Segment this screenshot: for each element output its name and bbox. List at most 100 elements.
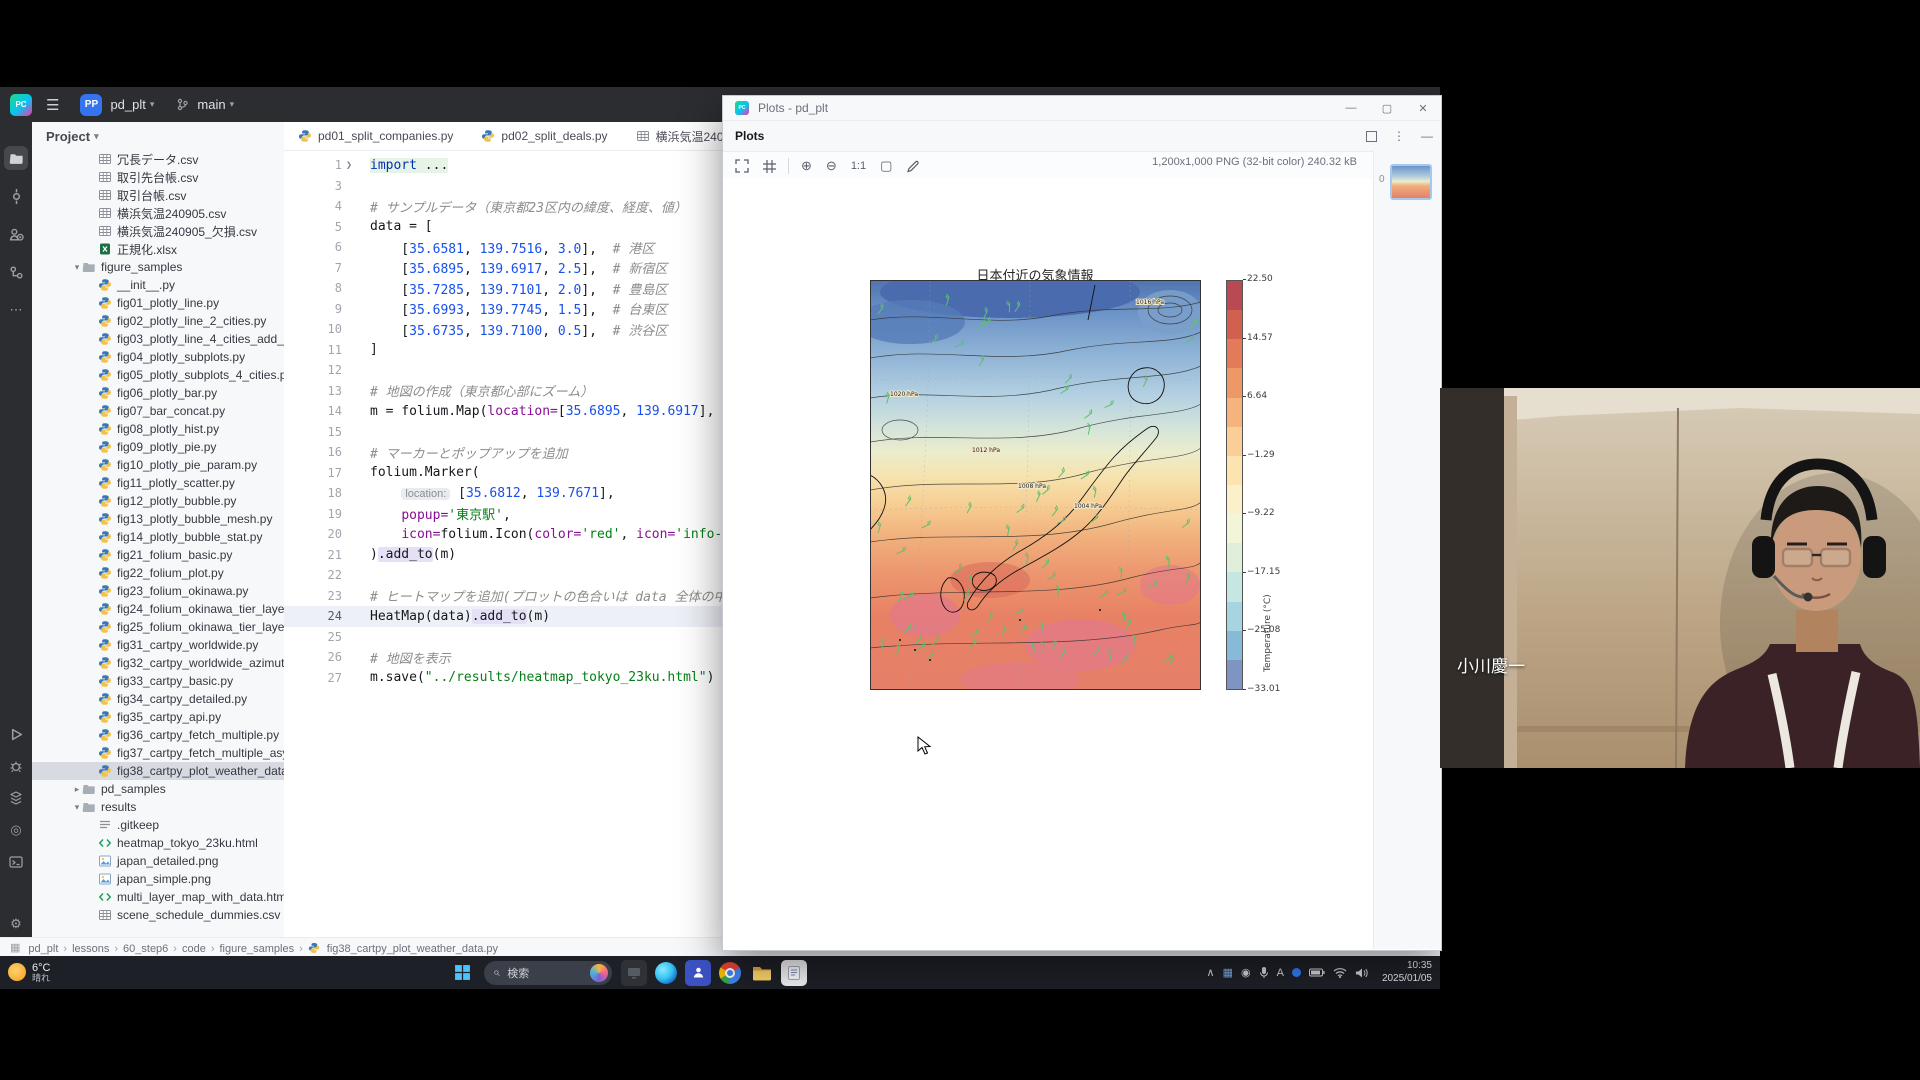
zoom-out-icon[interactable]: ⊖ [826,158,837,174]
tree-folder-results[interactable]: ▾results [32,798,284,816]
tree-file[interactable]: fig09_plotly_pie.py [32,438,284,456]
structure-tool-icon[interactable] [4,260,28,284]
tree-file[interactable]: fig21_folium_basic.py [32,546,284,564]
tree-file[interactable]: fig38_cartpy_plot_weather_data.py [32,762,284,780]
desktops-app-icon[interactable] [621,960,647,986]
tree-file[interactable]: fig24_folium_okinawa_tier_layers.py [32,600,284,618]
editor-tab-pd01_split_companies.py[interactable]: pd01_split_companies.py [284,122,467,150]
fit-to-window-icon[interactable] [735,159,749,173]
breadcrumb-item[interactable]: lessons [72,943,109,955]
tree-file[interactable]: japan_detailed.png [32,852,284,870]
breadcrumb-item[interactable]: figure_samples [220,943,295,955]
file-explorer-icon[interactable] [749,960,775,986]
tree-file[interactable]: fig08_plotly_hist.py [32,420,284,438]
ime-mode-indicator[interactable]: A [1277,967,1284,979]
pull-requests-tool-icon[interactable] [4,222,28,246]
zoom-actual-size[interactable]: 1:1 [851,160,866,172]
tree-file[interactable]: 横浜気温240905.csv [32,204,284,222]
breadcrumb-item[interactable]: 60_step6 [123,943,168,955]
taskbar-clock[interactable]: 10:35 2025/01/05 [1382,960,1432,985]
main-menu-icon[interactable]: ☰ [46,96,60,114]
tree-file[interactable]: scene_schedule_dummies.csv [32,906,284,924]
terminal-tool-icon[interactable] [4,850,28,874]
tree-file[interactable]: 取引先台帳.csv [32,168,284,186]
breadcrumb-item[interactable]: pd_plt [28,943,58,955]
notepad-app-icon[interactable] [781,960,807,986]
tree-file[interactable]: fig05_plotly_subplots_4_cities.py [32,366,284,384]
breadcrumb[interactable]: pd_plt›lessons›60_step6›code›figure_samp… [28,941,498,955]
breadcrumb-item[interactable]: code [182,943,206,955]
tree-file[interactable]: multi_layer_map_with_data.html [32,888,284,906]
tree-file[interactable]: fig31_cartpy_worldwide.py [32,636,284,654]
window-icon[interactable]: ▦ [10,941,20,954]
tree-file[interactable]: fig36_cartpy_fetch_multiple.py [32,726,284,744]
vcs-branch-widget[interactable]: main ▾ [176,97,234,112]
chrome-app-icon[interactable] [717,960,743,986]
debug-tool-icon[interactable] [4,754,28,778]
breadcrumb-item[interactable]: fig38_cartpy_plot_weather_data.py [327,943,498,955]
settings-gear-icon[interactable]: ⚙ [4,912,28,936]
tree-file[interactable]: fig12_plotly_bubble.py [32,492,284,510]
tree-file[interactable]: fig37_cartpy_fetch_multiple_async.py [32,744,284,762]
problems-tool-icon[interactable]: ◎ [4,818,28,842]
plots-window-title-bar[interactable]: PC Plots - pd_plt — ▢ ✕ [723,96,1441,121]
tree-file[interactable]: japan_simple.png [32,870,284,888]
tree-file[interactable]: fig01_plotly_line.py [32,294,284,312]
volume-icon[interactable] [1355,967,1368,979]
tree-file[interactable]: fig03_plotly_line_4_cities_add_trace.p [32,330,284,348]
microphone-icon[interactable] [1259,966,1269,979]
tree-folder-figure_samples[interactable]: ▾figure_samples [32,258,284,276]
plot-thumbnail[interactable] [1390,164,1432,200]
editor-tab-pd02_split_deals.py[interactable]: pd02_split_deals.py [467,122,621,150]
minimize-button[interactable]: — [1333,102,1369,114]
tree-file[interactable]: fig22_folium_plot.py [32,564,284,582]
chevron-down-icon[interactable]: ▾ [72,262,82,273]
run-tool-icon[interactable] [4,722,28,746]
fit-canvas-icon[interactable]: ▢ [880,158,892,174]
tree-file[interactable]: fig11_plotly_scatter.py [32,474,284,492]
commit-tool-icon[interactable] [4,184,28,208]
battery-icon[interactable] [1309,967,1325,978]
project-tool-icon[interactable] [4,146,28,170]
tree-folder-pd_samples[interactable]: ▸pd_samples [32,780,284,798]
tree-file[interactable]: 取引台帳.csv [32,186,284,204]
tree-file[interactable]: fig14_plotly_bubble_stat.py [32,528,284,546]
tray-grid-icon[interactable]: ▦ [1223,966,1233,979]
tree-file[interactable]: fig32_cartpy_worldwide_azimuthal_m [32,654,284,672]
tree-file[interactable]: fig07_bar_concat.py [32,402,284,420]
tree-file[interactable]: heatmap_tokyo_23ku.html [32,834,284,852]
search-box[interactable]: ⌕ 検索 [484,961,612,985]
tree-file[interactable]: fig35_cartpy_api.py [32,708,284,726]
hide-tool-icon[interactable]: — [1421,129,1433,143]
zoom-in-icon[interactable]: ⊕ [801,158,812,174]
tree-file[interactable]: fig34_cartpy_detailed.py [32,690,284,708]
teams-app-icon[interactable] [685,960,711,986]
grid-crop-icon[interactable] [763,160,776,173]
maximize-button[interactable]: ▢ [1369,102,1405,115]
tree-file[interactable]: fig04_plotly_subplots.py [32,348,284,366]
tray-eye-icon[interactable]: ◉ [1241,966,1251,979]
project-badge[interactable]: PP [80,94,102,116]
float-mode-icon[interactable] [1366,131,1377,142]
options-menu-icon[interactable]: ⋮ [1393,129,1405,143]
tree-file[interactable]: fig06_plotly_bar.py [32,384,284,402]
tree-file[interactable]: .gitkeep [32,816,284,834]
bluetooth-tray-icon[interactable] [1292,968,1301,977]
close-button[interactable]: ✕ [1405,102,1441,115]
services-tool-icon[interactable] [4,786,28,810]
project-name[interactable]: pd_plt [110,97,145,112]
project-panel-header[interactable]: Project ▾ [32,122,284,150]
edge-app-icon[interactable] [653,960,679,986]
tree-file[interactable]: fig02_plotly_line_2_cities.py [32,312,284,330]
tree-file[interactable]: 正規化.xlsx [32,240,284,258]
fold-arrow-icon[interactable]: ❯ [346,160,356,171]
more-tools-icon[interactable]: ⋯ [4,298,28,322]
start-button[interactable] [449,960,475,986]
tree-file[interactable]: __init__.py [32,276,284,294]
tree-file[interactable]: 冗長データ.csv [32,150,284,168]
chevron-right-icon[interactable]: ▸ [72,784,82,795]
tree-file[interactable]: fig13_plotly_bubble_mesh.py [32,510,284,528]
tree-file[interactable]: fig25_folium_okinawa_tier_layers_wit [32,618,284,636]
chevron-down-icon[interactable]: ▾ [72,802,82,813]
tree-file[interactable]: 横浜気温240905_欠損.csv [32,222,284,240]
